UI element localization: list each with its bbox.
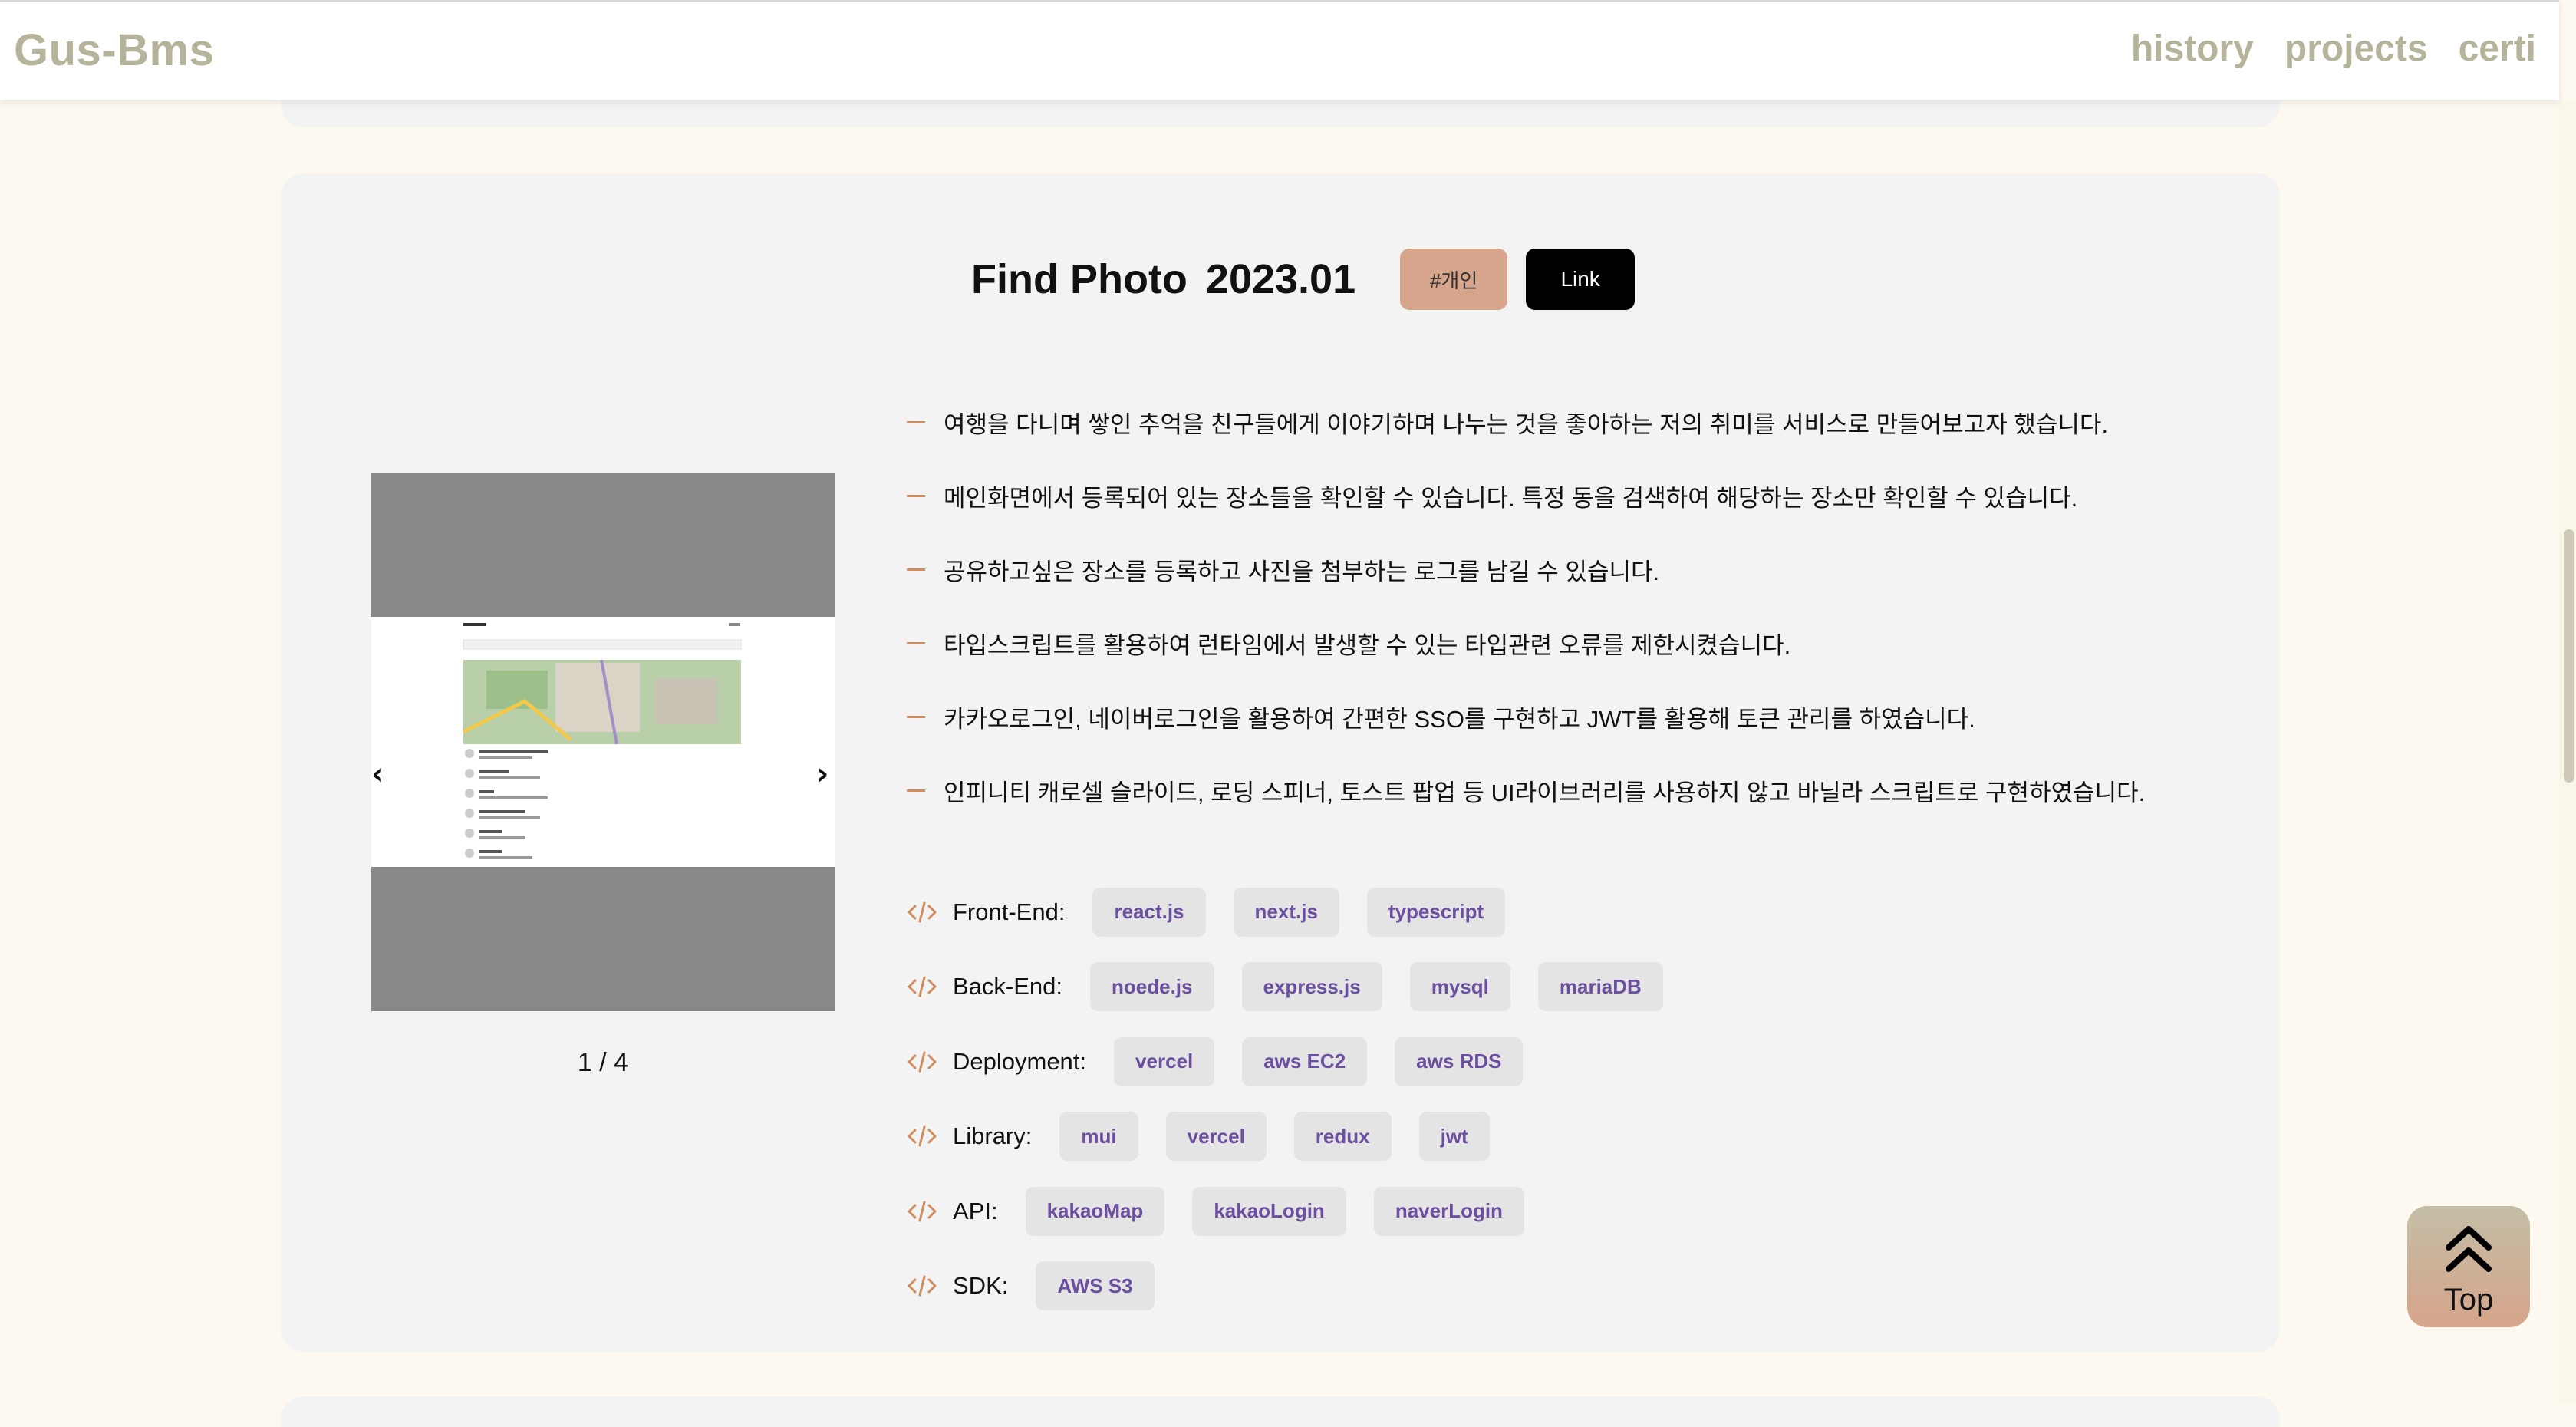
top-button-label: Top xyxy=(2443,1283,2494,1317)
next-project-card xyxy=(281,1396,2280,1427)
stack-chip: redux xyxy=(1293,1112,1392,1162)
stack-chip: aws RDS xyxy=(1395,1036,1524,1086)
stack-chip: react.js xyxy=(1092,887,1206,937)
stack-chip: jwt xyxy=(1418,1112,1490,1162)
top-navbar: Gus-Bms history projects certi xyxy=(0,0,2559,100)
list-item: 카카오로그인, 네이버로그인을 활용하여 간편한 SSO를 구현하고 JWT를 … xyxy=(907,680,2145,753)
project-date: 2023.01 xyxy=(1205,256,1356,302)
stack-chip: noede.js xyxy=(1090,962,1214,1012)
image-carousel: ‹ › xyxy=(371,473,835,1011)
carousel-prev-arrow[interactable]: ‹ xyxy=(371,756,384,792)
stack-chip: vercel xyxy=(1165,1112,1267,1162)
stack-chip: express.js xyxy=(1241,962,1382,1012)
carousel-slide-screenshot xyxy=(371,617,835,867)
dash-icon xyxy=(907,494,925,497)
list-item: 타입스크립트를 활용하여 런타임에서 발생할 수 있는 타입관련 오류를 제한시… xyxy=(907,606,2145,680)
stack-label: Deployment: xyxy=(953,1047,1087,1075)
scrollbar-thumb[interactable] xyxy=(2564,529,2574,783)
stack-row-api: API: kakaoMap kakaoLogin naverLogin xyxy=(907,1174,1691,1249)
code-icon xyxy=(908,976,937,997)
stack-chip: kakaoMap xyxy=(1025,1186,1165,1236)
list-item: 메인화면에서 등록되어 있는 장소들을 확인할 수 있습니다. 특정 동을 검색… xyxy=(907,459,2145,532)
stack-chip: kakaoLogin xyxy=(1192,1186,1346,1236)
nav-projects[interactable]: projects xyxy=(2284,28,2428,70)
list-item: 여행을 다니며 쌓인 추억을 친구들에게 이야기하며 나누는 것을 좋아하는 저… xyxy=(907,385,2145,459)
stack-chip: AWS S3 xyxy=(1036,1261,1155,1311)
code-icon xyxy=(908,1275,937,1297)
site-logo[interactable]: Gus-Bms xyxy=(14,25,214,76)
nav-certi[interactable]: certi xyxy=(2459,28,2536,70)
scroll-to-top-button[interactable]: Top xyxy=(2407,1206,2530,1327)
code-icon xyxy=(908,1051,937,1073)
nav-history[interactable]: history xyxy=(2131,28,2254,70)
code-icon xyxy=(908,901,937,923)
stack-chip: vercel xyxy=(1114,1036,1215,1086)
stack-label: Library: xyxy=(953,1122,1033,1150)
tech-stack-list: Front-End: react.js next.js typescript B… xyxy=(907,875,1691,1323)
project-link-button[interactable]: Link xyxy=(1526,249,1636,310)
stack-chip: mariaDB xyxy=(1537,962,1663,1012)
carousel-counter: 1 / 4 xyxy=(577,1048,629,1077)
stack-chip: typescript xyxy=(1366,887,1506,937)
stack-row-sdk: SDK: AWS S3 xyxy=(907,1249,1691,1324)
stack-label: Front-End: xyxy=(953,898,1066,925)
stack-label: SDK: xyxy=(953,1272,1009,1300)
stack-chip: aws EC2 xyxy=(1242,1036,1368,1086)
project-header: Find Photo 2023.01 #개인 Link xyxy=(971,247,1636,311)
list-item: 인피니티 캐로셀 슬라이드, 로딩 스피너, 토스트 팝업 등 UI라이브러리를… xyxy=(907,753,2145,827)
project-card: Find Photo 2023.01 #개인 Link ‹ › 1 / 4 여행… xyxy=(281,173,2280,1352)
dash-icon xyxy=(907,420,925,423)
stack-row-back-end: Back-End: noede.js express.js mysql mari… xyxy=(907,950,1691,1025)
stack-chip: mui xyxy=(1059,1112,1138,1162)
carousel-next-arrow[interactable]: › xyxy=(816,756,828,792)
dash-icon xyxy=(907,568,925,571)
stack-row-front-end: Front-End: react.js next.js typescript xyxy=(907,875,1691,950)
stack-chip: mysql xyxy=(1409,962,1510,1012)
project-title: Find Photo xyxy=(971,256,1188,302)
main-nav: history projects certi xyxy=(2131,28,2536,70)
stack-row-library: Library: mui vercel redux jwt xyxy=(907,1099,1691,1175)
dash-icon xyxy=(907,715,925,718)
stack-chip: naverLogin xyxy=(1373,1186,1524,1236)
stack-label: API: xyxy=(953,1197,998,1224)
stack-label: Back-End: xyxy=(953,973,1063,1000)
page-scrollbar[interactable] xyxy=(2559,100,2576,1404)
code-icon xyxy=(908,1125,937,1147)
code-icon xyxy=(908,1201,937,1222)
dash-icon xyxy=(907,641,925,644)
project-tag-badge: #개인 xyxy=(1400,249,1508,310)
dash-icon xyxy=(907,789,925,792)
stack-chip: next.js xyxy=(1233,887,1339,937)
double-chevron-up-icon xyxy=(2446,1226,2492,1272)
stack-row-deployment: Deployment: vercel aws EC2 aws RDS xyxy=(907,1024,1691,1099)
list-item: 공유하고싶은 장소를 등록하고 사진을 첨부하는 로그를 남길 수 있습니다. xyxy=(907,532,2145,606)
app-screenshot-thumbnail xyxy=(371,617,835,867)
project-description-list: 여행을 다니며 쌓인 추억을 친구들에게 이야기하며 나누는 것을 좋아하는 저… xyxy=(907,385,2145,827)
